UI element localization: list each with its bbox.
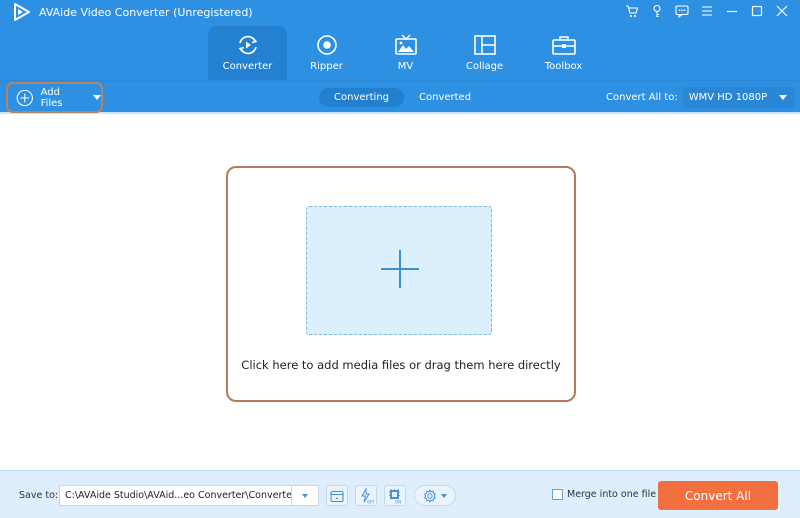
gpu-accel-toggle[interactable]: ON	[384, 485, 406, 506]
chevron-down-icon	[778, 95, 787, 100]
save-path-field[interactable]: C:\AVAide Studio\AVAid...eo Converter\Co…	[59, 485, 319, 506]
lightning-off-icon: OFF	[361, 487, 374, 504]
top-bar: AVAide Video Converter (Unregistered) Co…	[0, 0, 800, 80]
maximize-button[interactable]	[744, 2, 769, 20]
save-path-value: C:\AVAide Studio\AVAid...eo Converter\Co…	[65, 490, 291, 501]
chevron-down-icon	[302, 493, 308, 498]
tab-collage-label: Collage	[465, 61, 504, 72]
convert-all-to-label: Convert All to:	[606, 92, 678, 103]
close-icon	[776, 5, 787, 17]
drop-zone-hint: Click here to add media files or drag th…	[241, 358, 561, 372]
output-format-value: WMV HD 1080P	[688, 92, 768, 103]
accel-off-badge: OFF	[367, 499, 374, 504]
minimize-button[interactable]	[719, 2, 744, 20]
add-files-dropdown-icon[interactable]	[93, 95, 101, 100]
media-drop-zone[interactable]: Click here to add media files or drag th…	[226, 166, 576, 402]
bottom-bar: Save to: C:\AVAide Studio\AVAid...eo Con…	[0, 470, 800, 518]
convert-all-to: Convert All to: WMV HD 1080P	[606, 87, 795, 108]
window-controls	[619, 2, 794, 20]
cpu-chip-icon: ON	[389, 488, 401, 504]
gear-icon	[424, 488, 436, 503]
app-window: AVAide Video Converter (Unregistered) Co…	[0, 0, 800, 518]
feedback-button[interactable]	[669, 2, 694, 20]
main-nav: Converter Ripper MV Collage Toolbox	[208, 26, 603, 80]
maximize-icon	[751, 5, 762, 17]
title-bar: AVAide Video Converter (Unregistered)	[12, 3, 253, 21]
tab-converting[interactable]: Converting	[319, 88, 405, 107]
settings-dropdown-button[interactable]	[414, 485, 456, 506]
add-circle-icon	[16, 89, 33, 106]
hardware-accel-toggle[interactable]: OFF	[355, 485, 377, 506]
menu-icon	[701, 6, 712, 16]
tab-converted[interactable]: Converted	[404, 88, 486, 107]
save-path-dropdown[interactable]	[291, 486, 318, 505]
sub-toolbar: Add Files Converting Converted Convert A…	[0, 80, 800, 114]
tab-mv[interactable]: MV	[366, 26, 445, 80]
collage-icon	[473, 35, 496, 55]
open-folder-button[interactable]	[326, 485, 348, 506]
tab-ripper-label: Ripper	[310, 61, 343, 72]
minimize-icon	[726, 10, 737, 13]
app-logo-icon	[14, 3, 30, 21]
key-icon	[652, 4, 661, 18]
convert-all-button[interactable]: Convert All	[658, 481, 778, 510]
menu-button[interactable]	[694, 2, 719, 20]
converter-icon	[238, 35, 257, 55]
tab-converter[interactable]: Converter	[208, 26, 287, 80]
chat-icon	[674, 5, 689, 18]
gpu-on-badge: ON	[395, 499, 401, 504]
chevron-down-icon	[441, 493, 447, 498]
add-files-label: Add Files	[40, 86, 63, 109]
add-files-button[interactable]: Add Files	[6, 82, 103, 113]
output-format-select[interactable]: WMV HD 1080P	[682, 87, 795, 108]
window-title: AVAide Video Converter (Unregistered)	[39, 5, 253, 19]
tab-toolbox[interactable]: Toolbox	[524, 26, 603, 80]
merge-label: Merge into one file	[567, 489, 657, 500]
cart-icon	[625, 5, 638, 17]
plus-icon-bar	[381, 268, 419, 270]
status-segmented-control: Converting Converted	[319, 88, 486, 107]
toolbox-icon	[551, 36, 576, 55]
save-to-label: Save to:	[19, 490, 59, 501]
add-media-area[interactable]	[306, 206, 492, 335]
mv-icon	[394, 34, 417, 55]
cart-button[interactable]	[619, 2, 644, 20]
tab-ripper[interactable]: Ripper	[287, 26, 366, 80]
tab-collage[interactable]: Collage	[445, 26, 524, 80]
tab-mv-label: MV	[397, 61, 414, 72]
merge-checkbox[interactable]	[552, 489, 563, 500]
merge-option[interactable]: Merge into one file	[552, 489, 656, 500]
ripper-icon	[316, 35, 337, 55]
tab-converter-label: Converter	[222, 61, 273, 72]
folder-icon	[330, 490, 344, 502]
close-button[interactable]	[769, 2, 794, 20]
register-button[interactable]	[644, 2, 669, 20]
tab-toolbox-label: Toolbox	[544, 61, 583, 72]
